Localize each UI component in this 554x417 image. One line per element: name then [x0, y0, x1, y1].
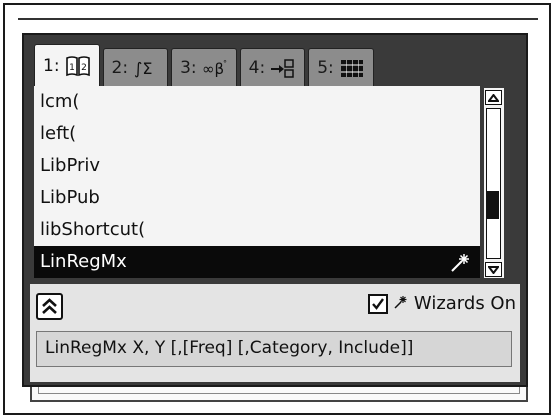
syntax-help: LinRegMx X, Y [,[Freq] [,Category, Inclu…	[36, 331, 512, 367]
checkmark-icon	[372, 297, 384, 310]
list-item[interactable]: lcm(	[34, 86, 480, 118]
units-icon	[270, 57, 296, 79]
math-symbols-icon: ∫Σ	[133, 57, 159, 79]
tab-catalog[interactable]: 1: 1 2	[34, 44, 100, 86]
catalog-dialog: 1: 1 2 2: ∫Σ 3: ∞β ° 4: 5: lcm(left(Li…	[22, 33, 528, 387]
scroll-thumb[interactable]	[487, 191, 499, 219]
list-item[interactable]: LibPub	[34, 182, 480, 214]
svg-text:2: 2	[81, 63, 87, 73]
tab-math-templates[interactable]: 2: ∫Σ	[102, 48, 169, 86]
tab-libraries[interactable]: 5:	[308, 48, 374, 86]
tab-units[interactable]: 4:	[239, 48, 306, 86]
special-chars-icon: ∞β °	[202, 57, 228, 79]
library-icon	[339, 57, 365, 79]
list-item-label: left(	[40, 123, 77, 144]
tab-number: 4:	[248, 57, 266, 78]
list-item-label: lcm(	[40, 91, 80, 112]
svg-text:∫Σ: ∫Σ	[134, 59, 152, 78]
tab-number: 5:	[317, 57, 334, 78]
tab-symbols[interactable]: 3: ∞β °	[171, 48, 237, 86]
list-item-label: LinRegMx	[40, 251, 127, 272]
list-item-selected[interactable]: LinRegMx	[34, 246, 480, 278]
svg-text:°: °	[223, 59, 227, 68]
wizards-label: Wizards On	[413, 293, 516, 314]
wizards-checkbox[interactable]	[367, 293, 388, 314]
list-scrollbar[interactable]	[484, 88, 504, 278]
list-item-label: libShortcut(	[40, 219, 146, 240]
list-item-label: LibPub	[40, 187, 100, 208]
svg-text:1: 1	[69, 63, 75, 73]
catalog-footer: Wizards On LinRegMx X, Y [,[Freq] [,Cate…	[30, 284, 520, 382]
tab-number: 1:	[43, 55, 60, 76]
scroll-up-icon[interactable]	[485, 90, 502, 105]
list-item[interactable]: LibPriv	[34, 150, 480, 182]
tab-number: 3:	[180, 57, 197, 78]
catalog-list: lcm( left( LibPriv LibPub libShortcut( L…	[34, 86, 480, 278]
svg-text:∞β: ∞β	[202, 60, 224, 78]
catalog-tabs: 1: 1 2 2: ∫Σ 3: ∞β ° 4: 5:	[34, 44, 374, 86]
scroll-track[interactable]	[486, 108, 501, 259]
list-item-label: LibPriv	[40, 155, 101, 176]
wizard-icon	[450, 252, 472, 284]
catalog-book-icon: 1 2	[65, 55, 91, 77]
wizard-small-icon	[394, 293, 408, 314]
tab-number: 2:	[111, 57, 129, 78]
scroll-down-icon[interactable]	[485, 262, 502, 277]
list-item[interactable]: left(	[34, 118, 480, 150]
wizards-toggle[interactable]: Wizards On	[367, 293, 516, 314]
expand-help-button[interactable]	[36, 293, 63, 320]
list-item[interactable]: libShortcut(	[34, 214, 480, 246]
double-chevron-up-icon	[42, 298, 57, 314]
background-toolbar-line	[18, 18, 538, 20]
